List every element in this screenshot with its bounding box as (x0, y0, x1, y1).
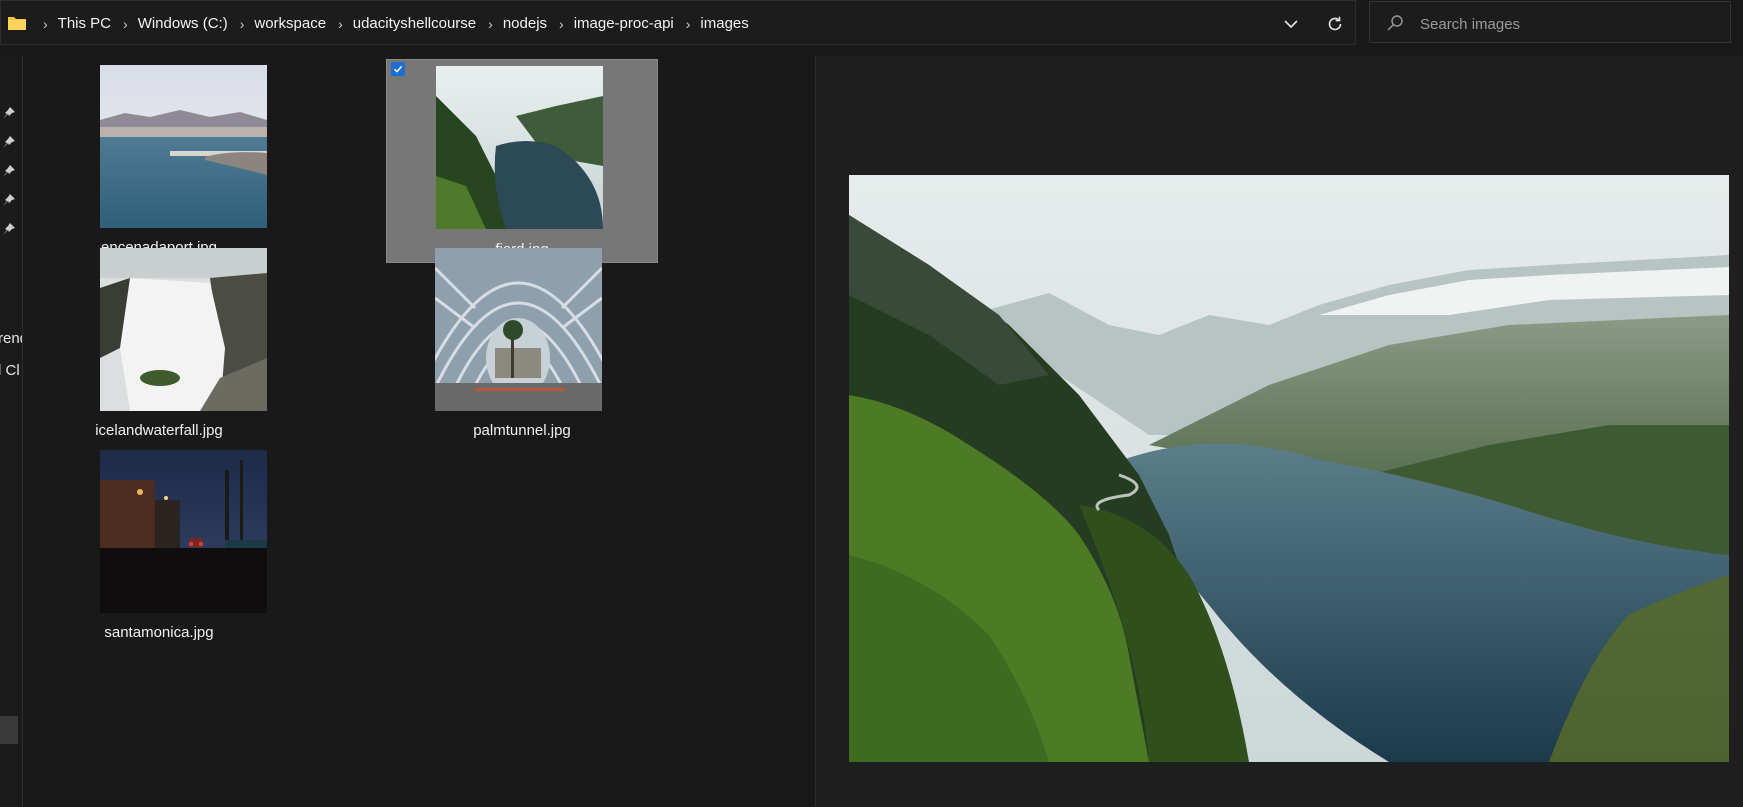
navigation-pane[interactable]: rend l Cl (0, 56, 23, 807)
thumbnail-icelandwaterfall (100, 248, 267, 411)
file-tile-palmtunnel[interactable]: palmtunnel.jpg (386, 241, 658, 445)
file-name: santamonica.jpg (104, 624, 214, 641)
file-grid: encenadaport.jpg fjord.jpg (23, 56, 815, 807)
breadcrumb-udacityshellcourse[interactable]: udacityshellcourse (353, 15, 476, 32)
thumbnail-encenadaport (100, 65, 267, 228)
search-box[interactable] (1369, 1, 1731, 43)
nav-item-label[interactable]: l Cl (0, 362, 20, 379)
pin-icon[interactable] (2, 222, 16, 236)
search-icon (1387, 15, 1403, 31)
thumbnail-santamonica (100, 450, 267, 613)
breadcrumb-this-pc[interactable]: This PC (58, 15, 111, 32)
file-name: icelandwaterfall.jpg (95, 422, 223, 439)
thumbnail-palmtunnel (435, 248, 602, 411)
chevron-right-icon: › (488, 15, 493, 32)
chevron-right-icon: › (338, 15, 343, 32)
preview-pane (815, 56, 1743, 807)
file-tile-encenadaport[interactable]: encenadaport.jpg (23, 58, 295, 262)
address-bar[interactable]: › This PC › Windows (C:) › workspace › u… (0, 0, 1356, 45)
file-tile-fjord[interactable]: fjord.jpg (386, 59, 658, 263)
pin-icon[interactable] (2, 164, 16, 178)
chevron-right-icon: › (685, 15, 691, 32)
thumbnail-fjord (436, 66, 603, 229)
pin-icon[interactable] (2, 106, 16, 120)
chevron-down-icon (1284, 20, 1298, 29)
address-history-button[interactable] (1279, 13, 1303, 35)
refresh-button[interactable] (1321, 11, 1349, 37)
breadcrumb-workspace[interactable]: workspace (254, 15, 326, 32)
refresh-icon (1328, 16, 1342, 31)
nav-item-label[interactable]: rend (0, 330, 22, 347)
breadcrumb-nodejs[interactable]: nodejs (503, 15, 547, 32)
file-tile-icelandwaterfall[interactable]: icelandwaterfall.jpg (23, 241, 295, 445)
chevron-right-icon: › (43, 15, 48, 32)
pin-icon[interactable] (2, 193, 16, 207)
search-input[interactable] (1418, 8, 1722, 40)
chevron-right-icon: › (559, 15, 564, 32)
breadcrumb-windows-c[interactable]: Windows (C:) (138, 15, 228, 32)
breadcrumb: › This PC › Windows (C:) › workspace › u… (31, 1, 749, 46)
checkmark-icon (394, 65, 403, 73)
breadcrumb-image-proc-api[interactable]: image-proc-api (574, 15, 674, 32)
checkbox-checked[interactable] (391, 62, 405, 76)
preview-image (849, 175, 1729, 762)
file-tile-santamonica[interactable]: santamonica.jpg (23, 443, 295, 647)
chevron-right-icon: › (239, 15, 245, 32)
chevron-right-icon: › (123, 15, 128, 32)
file-name: palmtunnel.jpg (473, 422, 571, 439)
pin-icon[interactable] (2, 135, 16, 149)
breadcrumb-images[interactable]: images (700, 15, 748, 32)
folder-icon (8, 17, 26, 30)
nav-selected-item[interactable] (0, 716, 18, 744)
